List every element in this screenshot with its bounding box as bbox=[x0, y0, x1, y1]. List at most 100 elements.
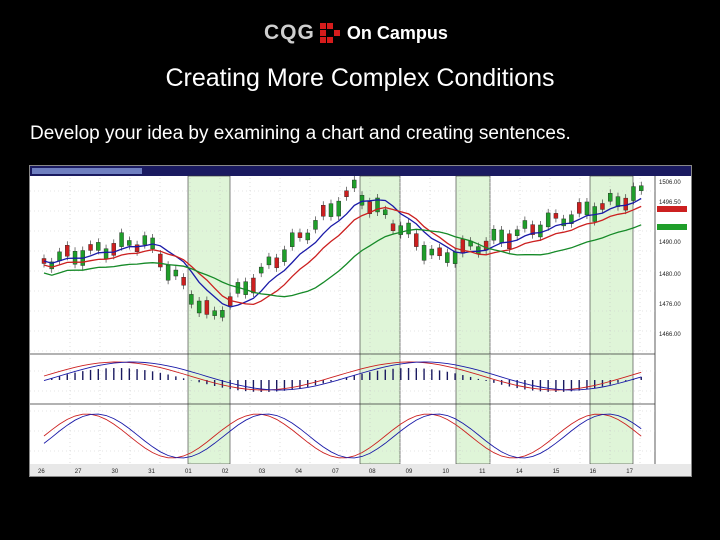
date-axis-label: 15 bbox=[553, 469, 560, 475]
candle-body bbox=[111, 243, 117, 256]
candle-body bbox=[359, 195, 365, 206]
candle-body bbox=[352, 179, 357, 189]
candle-body bbox=[127, 240, 132, 246]
chart-window[interactable]: 1506.00 1496.50 1490.00 1480.00 1476.00 1466.… bbox=[29, 165, 692, 477]
candle-body bbox=[553, 213, 559, 219]
moving-average-line bbox=[43, 205, 642, 306]
slide-subtitle: Develop your idea by examining a chart a… bbox=[30, 123, 571, 144]
candle-body bbox=[189, 294, 194, 305]
candle-body bbox=[584, 201, 590, 216]
candle-body bbox=[134, 244, 140, 252]
candle-body bbox=[258, 266, 264, 274]
candle-body bbox=[398, 225, 403, 235]
candle-body bbox=[297, 232, 303, 238]
candle-body bbox=[445, 252, 450, 263]
candle-body bbox=[165, 265, 171, 281]
candle-body bbox=[96, 242, 101, 251]
logo-product: On Campus bbox=[346, 22, 448, 43]
candle-body bbox=[282, 249, 287, 262]
date-axis-label: 14 bbox=[516, 469, 523, 475]
candle-body bbox=[576, 202, 582, 214]
candle-body bbox=[336, 200, 341, 217]
candle-body bbox=[204, 300, 210, 315]
slide-title: Creating More Complex Conditions bbox=[165, 64, 555, 92]
stochastic-k-line bbox=[43, 413, 642, 459]
macd-signal-line bbox=[43, 361, 642, 391]
date-axis-label: 07 bbox=[332, 469, 339, 475]
candle-body bbox=[421, 245, 427, 261]
stochastic-d-line bbox=[43, 413, 642, 459]
candle-body bbox=[321, 205, 326, 217]
date-axis-label: 01 bbox=[185, 469, 192, 475]
date-axis-label: 17 bbox=[626, 469, 633, 475]
candle-body bbox=[499, 229, 504, 244]
candle-body bbox=[414, 233, 419, 247]
price-axis-label: 1480.00 bbox=[659, 272, 681, 278]
date-axis-label: 16 bbox=[589, 469, 596, 475]
candle-body bbox=[243, 281, 248, 295]
candle-body bbox=[158, 253, 163, 268]
candle-body bbox=[390, 223, 396, 231]
date-axis-label: 10 bbox=[442, 469, 449, 475]
candle-body bbox=[429, 248, 435, 256]
candle-body bbox=[437, 247, 442, 257]
candle-body bbox=[452, 251, 458, 264]
cqg-on-campus-logo: CQG On Campus bbox=[264, 20, 448, 46]
candle-body bbox=[103, 248, 109, 259]
date-axis-label: 30 bbox=[112, 469, 119, 475]
candle-body bbox=[608, 193, 613, 202]
price-axis-label: 1476.00 bbox=[659, 302, 681, 308]
candle-body bbox=[173, 269, 179, 277]
candle-body bbox=[545, 212, 551, 228]
price-axis-label: 1496.50 bbox=[659, 200, 681, 206]
candle-body bbox=[220, 310, 225, 318]
candle-body bbox=[344, 190, 349, 197]
highlight-zone bbox=[455, 175, 491, 465]
candle-body bbox=[623, 197, 628, 211]
candle-body bbox=[142, 235, 148, 245]
ma-price-marker bbox=[657, 224, 687, 230]
candle-body bbox=[119, 232, 124, 247]
logo-brand: CQG bbox=[264, 21, 315, 44]
candle-body bbox=[538, 224, 543, 238]
date-axis-label: 09 bbox=[406, 469, 413, 475]
price-axis-label: 1466.00 bbox=[659, 332, 681, 338]
chart-title-text bbox=[32, 168, 142, 174]
candle-body bbox=[88, 244, 93, 251]
candle-body bbox=[631, 186, 636, 201]
date-axis-label: 31 bbox=[148, 469, 155, 475]
candle-body bbox=[266, 256, 272, 266]
candle-body bbox=[251, 277, 256, 294]
candle-body bbox=[476, 246, 481, 254]
candle-body bbox=[290, 232, 295, 247]
candle-body bbox=[328, 203, 334, 217]
highlight-zone bbox=[359, 175, 401, 465]
candle-body bbox=[383, 209, 388, 216]
candle-body bbox=[196, 300, 202, 314]
candle-body bbox=[406, 222, 411, 235]
candle-body bbox=[181, 277, 186, 286]
candle-body bbox=[639, 185, 644, 191]
candle-body bbox=[65, 245, 70, 257]
candle-body bbox=[514, 229, 520, 236]
logo-mark-icon bbox=[319, 23, 340, 43]
price-chart[interactable]: 1506.00 1496.50 1490.00 1480.00 1476.00 1466.… bbox=[30, 166, 691, 476]
price-axis-label: 1506.00 bbox=[659, 180, 681, 186]
date-axis-label: 02 bbox=[222, 469, 229, 475]
candle-body bbox=[491, 228, 497, 241]
date-axis-label: 11 bbox=[479, 469, 486, 475]
highlight-zone bbox=[187, 175, 231, 465]
date-axis-label: 03 bbox=[259, 469, 266, 475]
candle-body bbox=[57, 251, 62, 262]
date-axis-label: 27 bbox=[75, 469, 82, 475]
last-price-marker bbox=[657, 206, 687, 212]
candle-body bbox=[274, 257, 279, 269]
candle-body bbox=[313, 220, 318, 230]
candle-body bbox=[522, 220, 528, 229]
candle-body bbox=[615, 196, 621, 207]
macd-line bbox=[43, 361, 642, 391]
candle-body bbox=[305, 232, 310, 241]
candle-body bbox=[212, 310, 217, 316]
price-axis-label: 1490.00 bbox=[659, 240, 681, 246]
candle-body bbox=[600, 203, 605, 210]
